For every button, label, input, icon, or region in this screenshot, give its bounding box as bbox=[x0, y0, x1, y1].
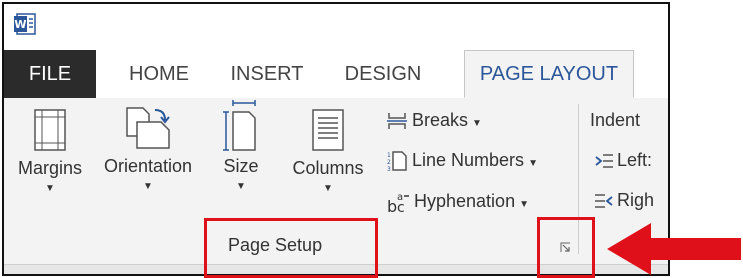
margins-label: Margins bbox=[17, 158, 83, 178]
word-logo-icon[interactable]: W bbox=[13, 12, 37, 36]
chevron-down-icon: ▼ bbox=[528, 158, 538, 169]
red-arrow bbox=[607, 223, 741, 275]
margins-icon bbox=[34, 109, 66, 151]
hyphenation-icon: b c a bbox=[387, 192, 409, 216]
indent-left-field[interactable]: Left: bbox=[594, 150, 652, 171]
size-button[interactable]: Size ▼ bbox=[218, 98, 264, 192]
chevron-down-icon: ▼ bbox=[236, 181, 246, 192]
columns-label: Columns bbox=[292, 158, 364, 178]
margins-button[interactable]: Margins ▼ bbox=[10, 98, 90, 194]
chevron-down-icon: ▼ bbox=[472, 118, 482, 129]
breaks-icon bbox=[387, 113, 407, 130]
breaks-button[interactable]: Breaks ▼ bbox=[386, 110, 482, 131]
chevron-down-icon: ▼ bbox=[519, 198, 529, 210]
hyphenation-button[interactable]: b c a Hyphenation ▼ bbox=[386, 190, 529, 216]
tab-design[interactable]: DESIGN bbox=[333, 50, 433, 98]
size-icon bbox=[223, 100, 256, 151]
orientation-label: Orientation bbox=[103, 156, 193, 176]
svg-text:a: a bbox=[397, 192, 403, 203]
chevron-down-icon: ▼ bbox=[143, 181, 153, 192]
indent-left-label: Left: bbox=[617, 150, 653, 170]
title-bar: W bbox=[4, 4, 668, 50]
indent-right-icon bbox=[595, 194, 613, 208]
columns-icon bbox=[312, 109, 344, 151]
document-area-strip bbox=[4, 264, 668, 274]
tab-home[interactable]: HOME bbox=[119, 50, 199, 98]
page-setup-group-label: Page Setup bbox=[228, 235, 323, 255]
svg-text:1: 1 bbox=[387, 152, 391, 159]
chevron-down-icon: ▼ bbox=[323, 183, 333, 194]
orientation-icon bbox=[126, 107, 170, 149]
ribbon: Margins ▼ Orientation ▼ Size ▼ Columns ▼… bbox=[4, 98, 668, 274]
line-numbers-label: Line Numbers bbox=[412, 150, 525, 170]
columns-button[interactable]: Columns ▼ bbox=[286, 98, 370, 194]
word-window: W FILE HOME INSERT DESIGN PAGE LAYOUT Ma… bbox=[2, 2, 670, 276]
line-numbers-icon: 1 2 3 bbox=[387, 151, 407, 173]
indent-label: Indent bbox=[590, 110, 641, 130]
dialog-launcher-icon[interactable] bbox=[560, 242, 571, 253]
line-numbers-button[interactable]: 1 2 3 Line Numbers ▼ bbox=[386, 150, 538, 173]
group-separator bbox=[578, 104, 579, 254]
indent-right-label: Righ bbox=[617, 190, 655, 210]
indent-left-icon bbox=[595, 154, 613, 168]
svg-text:W: W bbox=[14, 18, 26, 31]
breaks-label: Breaks bbox=[412, 110, 469, 130]
ribbon-tab-bar: FILE HOME INSERT DESIGN PAGE LAYOUT bbox=[4, 50, 668, 99]
chevron-down-icon: ▼ bbox=[45, 183, 55, 194]
svg-text:b: b bbox=[387, 197, 397, 214]
svg-text:2: 2 bbox=[387, 159, 391, 166]
svg-text:3: 3 bbox=[387, 166, 391, 172]
tab-insert[interactable]: INSERT bbox=[222, 50, 312, 98]
size-label: Size bbox=[223, 156, 259, 176]
hyphenation-label: Hyphenation bbox=[414, 190, 516, 211]
indent-right-field[interactable]: Righ bbox=[594, 190, 654, 211]
tab-file[interactable]: FILE bbox=[4, 50, 96, 98]
orientation-button[interactable]: Orientation ▼ bbox=[92, 98, 204, 192]
tab-page-layout[interactable]: PAGE LAYOUT bbox=[464, 50, 634, 98]
